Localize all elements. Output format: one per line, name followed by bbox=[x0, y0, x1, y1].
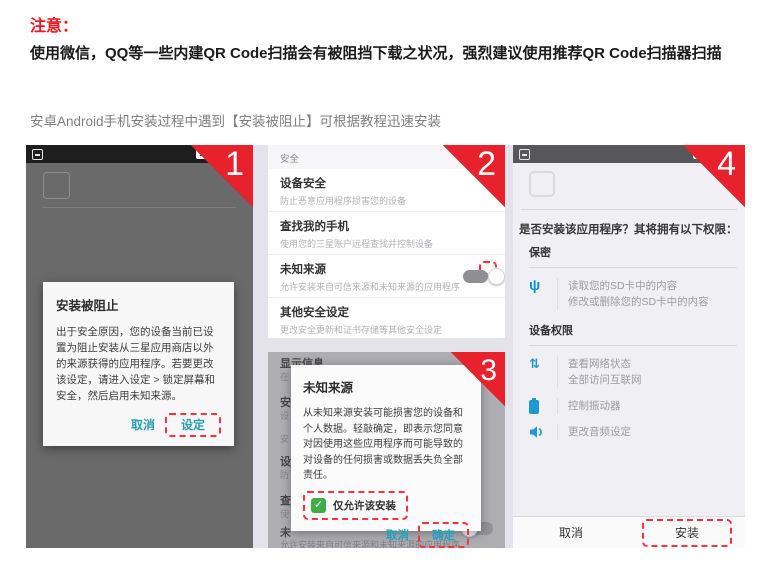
setting-subtitle: 更改安全更新和证书存储等其他安全设定 bbox=[280, 323, 493, 336]
setting-item-unknown-sources[interactable]: 未知来源 允许安装来自可信来源和未知来源的应用程序 bbox=[268, 255, 505, 298]
permission-row-audio: 更改音频设定 bbox=[529, 424, 737, 440]
allow-once-checkbox[interactable]: ✓ bbox=[311, 498, 326, 513]
section-heading-device: 设备权限 bbox=[529, 322, 737, 346]
app-placeholder-square bbox=[43, 172, 70, 199]
setting-subtitle: 允许安装来自可信来源和未知来源的应用程序 bbox=[280, 280, 493, 293]
divider bbox=[521, 209, 737, 210]
ok-button[interactable]: 确定 bbox=[425, 526, 462, 546]
install-button-bar: 取消 安装 bbox=[513, 516, 745, 548]
phone-screenshot-4: 1 4G LTE 7: 是否安装该应用程序？其将拥有以下权限： 保密 ψ 读取您… bbox=[513, 145, 745, 548]
app-placeholder-square bbox=[529, 171, 555, 197]
permission-row-vibration: 控制振动器 bbox=[529, 398, 737, 414]
step-4-corner: 4 bbox=[683, 145, 745, 207]
settings-button-highlight: 设定 bbox=[165, 413, 221, 437]
checkbox-label: 仅允许该安装 bbox=[333, 498, 396, 513]
setting-title: 未知来源 bbox=[280, 261, 493, 277]
step-number: 2 bbox=[477, 146, 496, 182]
dimmed-fragment: 防 bbox=[280, 468, 289, 481]
step-number: 3 bbox=[480, 353, 497, 389]
dimmed-fragment: 安 bbox=[280, 394, 291, 410]
step-number: 4 bbox=[717, 146, 736, 182]
cancel-button[interactable]: 取消 bbox=[379, 523, 416, 547]
setting-item-find-my-phone[interactable]: 查找我的手机 使用您的三星账户远程查找并控制设备 bbox=[268, 212, 505, 255]
install-prompt-title: 是否安装该应用程序？其将拥有以下权限： bbox=[519, 221, 745, 237]
network-arrows-icon: ⇅ bbox=[529, 357, 540, 388]
usb-icon: ψ bbox=[529, 279, 540, 310]
phone-screenshot-3: 显示信息 在 安 设 安 设 防 查 使 未 允许安装来自可信来源和未知来源的应… bbox=[268, 352, 505, 548]
notice-body-text: 使用微信，QQ等一些内建QR Code扫描会有被阻挡下载之状况，强烈建议使用推荐… bbox=[30, 40, 742, 68]
screenshots-band: 1 4G LTE 7:4 安装被阻止 出于安全原因，您的设备当前已设置为阻止安装… bbox=[26, 145, 745, 548]
permission-row-storage: ψ 读取您的SD卡中的内容 修改或删除您的SD卡中的内容 bbox=[529, 278, 737, 310]
step-2-corner: 2 bbox=[443, 145, 505, 207]
permission-text: 全部访问互联网 bbox=[568, 372, 642, 388]
setting-subtitle: 使用您的三星账户远程查找并控制设备 bbox=[280, 237, 493, 250]
screenshot-icon bbox=[32, 149, 43, 160]
dialog-body-text: 出于安全原因，您的设备当前已设置为阻止安装从三星应用商店以外的来源获得的应用程序… bbox=[56, 324, 221, 404]
unknown-sources-toggle-highlight bbox=[479, 261, 497, 275]
ok-button-highlight: 确定 bbox=[418, 522, 469, 548]
step-number: 1 bbox=[225, 146, 244, 182]
dialog-body-text: 从未知来源安装可能损害您的设备和个人数据。轻敲确定，即表示您同意对因使用这些应用… bbox=[303, 406, 469, 484]
dimmed-fragment: 查 bbox=[280, 492, 291, 508]
setting-item-other-security[interactable]: 其他安全设定 更改安全更新和证书存储等其他安全设定 bbox=[268, 298, 505, 338]
permission-text: 更改音频设定 bbox=[568, 424, 631, 440]
dialog-title: 未知来源 bbox=[303, 377, 469, 396]
setting-title: 其他安全设定 bbox=[280, 304, 493, 320]
dimmed-setting-subtitle: 在 bbox=[280, 370, 289, 383]
divider bbox=[43, 207, 236, 208]
cancel-button[interactable]: 取消 bbox=[559, 524, 583, 541]
dimmed-fragment: 设 bbox=[280, 409, 289, 422]
dimmed-fragment: 安 bbox=[280, 432, 289, 445]
cancel-button[interactable]: 取消 bbox=[123, 411, 163, 438]
notice-label: 注意： bbox=[30, 12, 78, 36]
dimmed-fragment: 使 bbox=[280, 507, 289, 520]
permissions-list: 保密 ψ 读取您的SD卡中的内容 修改或删除您的SD卡中的内容 设备权限 ⇅ 查… bbox=[529, 244, 737, 452]
screenshot-icon bbox=[519, 149, 530, 160]
step-3-corner: 3 bbox=[451, 352, 505, 406]
install-blocked-dialog: 安装被阻止 出于安全原因，您的设备当前已设置为阻止安装从三星应用商店以外的来源获… bbox=[43, 282, 234, 446]
tutorial-subtitle: 安卓Android手机安装过程中遇到【安装被阻止】可根据教程迅速安装 bbox=[30, 110, 441, 130]
dimmed-fragment: 设 bbox=[280, 453, 291, 469]
install-button-highlight: 安装 bbox=[642, 519, 732, 547]
permission-text: 查看网络状态 bbox=[568, 356, 642, 372]
section-heading-privacy: 保密 bbox=[529, 244, 737, 268]
permission-row-network: ⇅ 查看网络状态 全部访问互联网 bbox=[529, 356, 737, 388]
phone-screenshot-2: 安全 设备安全 防止恶意应用程序损害您的设备 查找我的手机 使用您的三星账户远程… bbox=[268, 145, 505, 338]
speaker-icon bbox=[529, 425, 544, 439]
setting-title: 查找我的手机 bbox=[280, 218, 493, 234]
permission-text: 修改或删除您的SD卡中的内容 bbox=[568, 294, 709, 310]
checkbox-highlight: ✓ 仅允许该安装 bbox=[303, 491, 408, 520]
settings-button[interactable]: 设定 bbox=[173, 413, 213, 437]
permission-text: 读取您的SD卡中的内容 bbox=[568, 278, 709, 294]
permission-text: 控制振动器 bbox=[568, 398, 621, 414]
vibration-icon bbox=[529, 400, 539, 414]
step-1-corner: 1 bbox=[191, 145, 253, 207]
install-button[interactable]: 安装 bbox=[675, 524, 699, 541]
phone-screenshot-1: 1 4G LTE 7:4 安装被阻止 出于安全原因，您的设备当前已设置为阻止安装… bbox=[26, 145, 253, 548]
dialog-title: 安装被阻止 bbox=[56, 295, 221, 314]
